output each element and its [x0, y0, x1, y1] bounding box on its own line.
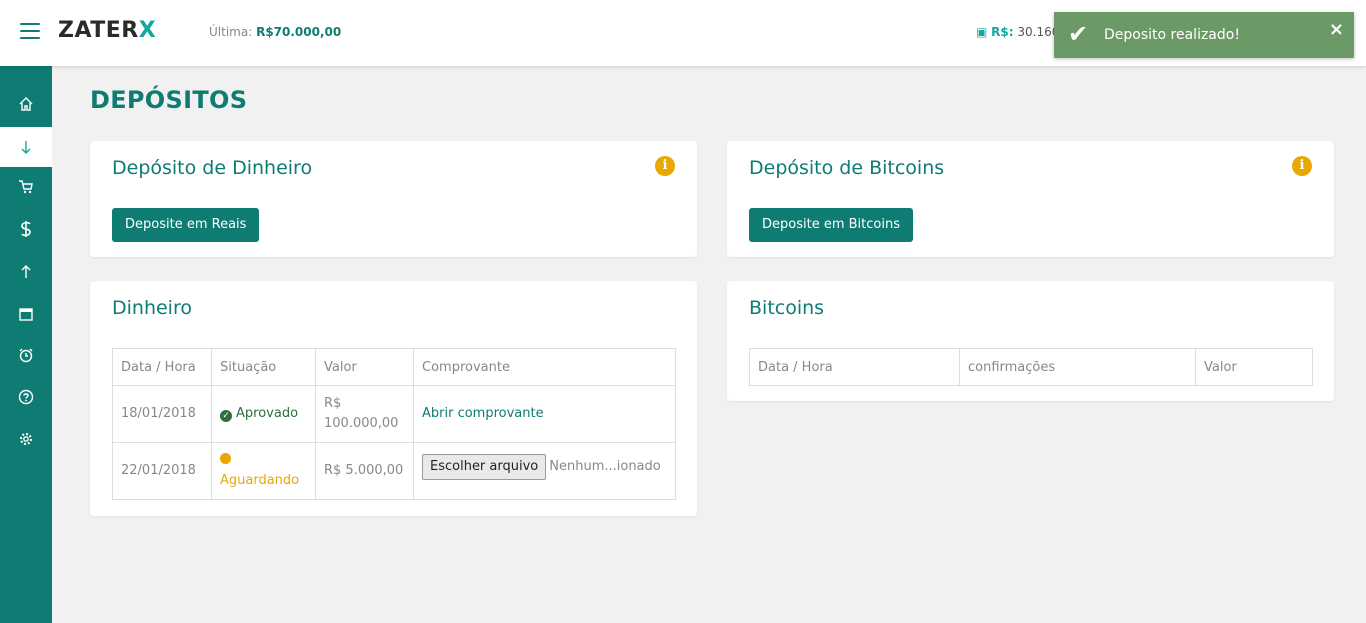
- open-receipt-link[interactable]: Abrir comprovante: [422, 406, 544, 421]
- btc-deposit-title: Depósito de Bitcoins: [749, 157, 945, 179]
- check-circle-icon: ✓: [220, 410, 232, 422]
- sidebar-item-calendar[interactable]: [0, 294, 52, 334]
- date-cell: 18/01/2018: [112, 385, 212, 443]
- column-header: confirmações: [959, 348, 1196, 386]
- column-header: Data / Hora: [112, 348, 212, 386]
- file-status-label: Nenhum...ionado: [549, 459, 661, 474]
- toast-notification: ✔ Deposito realizado! ×: [1054, 12, 1354, 58]
- value-cell: R$ 5.000,00: [315, 442, 414, 500]
- date-cell: 22/01/2018: [112, 442, 212, 500]
- table-header-row: Data / Hora Situação Valor Comprovante: [112, 348, 676, 386]
- sidebar-item-finance[interactable]: [0, 209, 52, 249]
- sidebar-item-shop[interactable]: [0, 167, 52, 207]
- btc-deposit-card: Depósito de Bitcoins i Deposite em Bitco…: [727, 141, 1334, 257]
- last-deposit: Última: R$70.000,00: [209, 25, 341, 39]
- btc-history-table: Data / Hora confirmações Valor: [749, 348, 1313, 386]
- btc-history-title: Bitcoins: [749, 297, 825, 319]
- cash-history-title: Dinheiro: [112, 297, 192, 319]
- settings-gear-icon: [20, 433, 32, 445]
- pending-dot-icon: [220, 453, 231, 464]
- value-cell: R$ 100.000,00: [315, 385, 414, 443]
- sidebar: [0, 66, 52, 623]
- btc-history-card: Bitcoins Data / Hora confirmações Valor: [727, 281, 1334, 401]
- column-header: Comprovante: [413, 348, 676, 386]
- sidebar-item-withdraw[interactable]: [0, 252, 52, 292]
- receipt-cell: Escolher arquivo Nenhum...ionado: [413, 442, 676, 500]
- home-icon: [19, 97, 33, 111]
- money-icon: ▣: [976, 25, 988, 39]
- logo[interactable]: ZATERX: [58, 18, 156, 43]
- choose-file-button[interactable]: Escolher arquivo: [422, 454, 547, 480]
- column-header: Data / Hora: [749, 348, 960, 386]
- help-icon: [18, 389, 34, 405]
- dollar-icon: [21, 221, 31, 237]
- sidebar-item-help[interactable]: [0, 377, 52, 417]
- receipt-cell: Abrir comprovante: [413, 385, 676, 443]
- toast-message: Deposito realizado!: [1104, 27, 1240, 43]
- last-value: R$70.000,00: [256, 25, 342, 39]
- cash-history-table: Data / Hora Situação Valor Comprovante 1…: [112, 348, 676, 500]
- column-header: Situação: [211, 348, 316, 386]
- download-arrow-icon: [21, 141, 31, 154]
- status-cell: ✓ Aprovado: [211, 385, 316, 443]
- checkmark-icon: ✔: [1068, 20, 1089, 48]
- cart-icon: [19, 180, 33, 194]
- status-badge: Aprovado: [236, 406, 299, 421]
- sidebar-item-home[interactable]: [0, 84, 52, 124]
- sidebar-item-deposits[interactable]: [0, 127, 52, 167]
- table-row: 18/01/2018 ✓ Aprovado R$ 100.000,00 Abrir…: [112, 385, 676, 443]
- cash-history-card: Dinheiro Data / Hora Situação Valor Comp…: [90, 281, 697, 516]
- status-cell: Aguardando: [211, 442, 316, 500]
- cash-deposit-title: Depósito de Dinheiro: [112, 157, 313, 179]
- status-badge: Aguardando: [220, 473, 300, 488]
- sidebar-item-settings[interactable]: [0, 419, 52, 459]
- table-row: 22/01/2018 Aguardando R$ 5.000,00 Escolh…: [112, 442, 676, 500]
- sidebar-item-alarm[interactable]: [0, 335, 52, 375]
- table-header-row: Data / Hora confirmações Valor: [749, 348, 1313, 386]
- cash-deposit-card: Depósito de Dinheiro i Deposite em Reais: [90, 141, 697, 257]
- alarm-clock-icon: [19, 348, 33, 363]
- balance: ▣ R$: 30.160,: [976, 25, 1063, 39]
- last-label: Última:: [209, 25, 253, 39]
- column-header: Valor: [1195, 348, 1313, 386]
- menu-icon[interactable]: [20, 23, 40, 39]
- close-icon[interactable]: ×: [1329, 19, 1344, 40]
- balance-label: R$:: [991, 25, 1014, 39]
- column-header: Valor: [315, 348, 414, 386]
- upload-arrow-icon: [21, 265, 31, 278]
- calendar-icon: [19, 308, 33, 321]
- info-icon[interactable]: i: [655, 156, 675, 176]
- deposit-reais-button[interactable]: Deposite em Reais: [112, 208, 260, 242]
- page-title: DEPÓSITOS: [90, 86, 248, 114]
- info-icon[interactable]: i: [1292, 156, 1312, 176]
- deposit-bitcoins-button[interactable]: Deposite em Bitcoins: [749, 208, 913, 242]
